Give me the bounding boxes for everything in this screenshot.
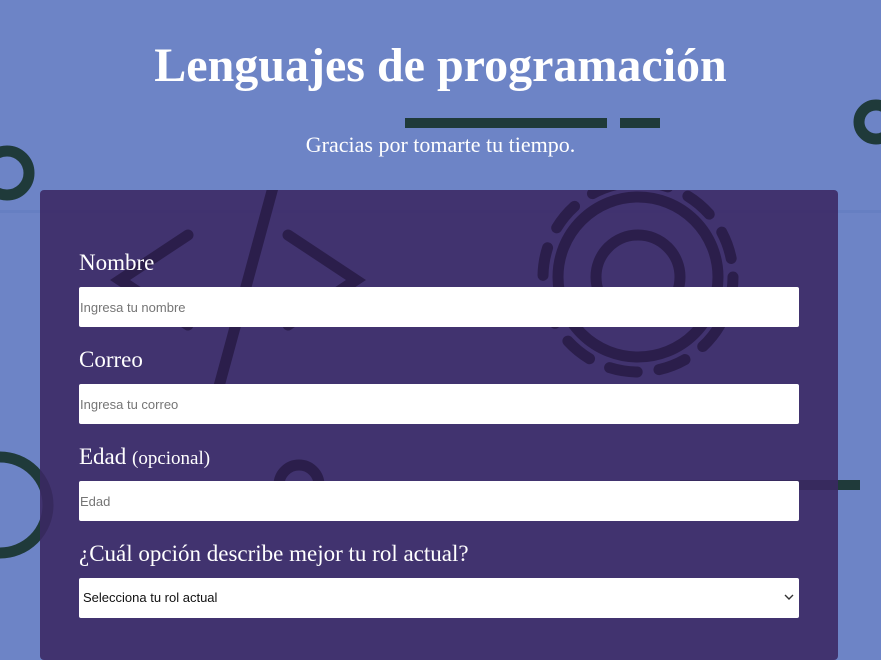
age-input[interactable] [79,481,799,521]
name-label: Nombre [79,250,155,275]
role-select-value: Selecciona tu rol actual [83,590,218,605]
email-label: Correo [79,347,143,372]
gear-icon [537,190,739,378]
role-label: ¿Cuál opción describe mejor tu rol actua… [79,541,469,566]
page-subtitle: Gracias por tomarte tu tiempo. [305,132,576,157]
age-label: Edad [79,444,127,469]
age-label-group: Edad (opcional) [79,444,210,470]
page-title: Lenguajes de programación [154,39,727,92]
age-optional-hint: (opcional) [132,448,211,469]
name-input[interactable] [79,287,799,327]
chevron-down-icon [784,594,794,600]
role-select[interactable]: Selecciona tu rol actual [79,578,799,618]
email-input[interactable] [79,384,799,424]
survey-form: Nombre Correo Edad (opcional) ¿Cuál opci… [40,190,838,660]
